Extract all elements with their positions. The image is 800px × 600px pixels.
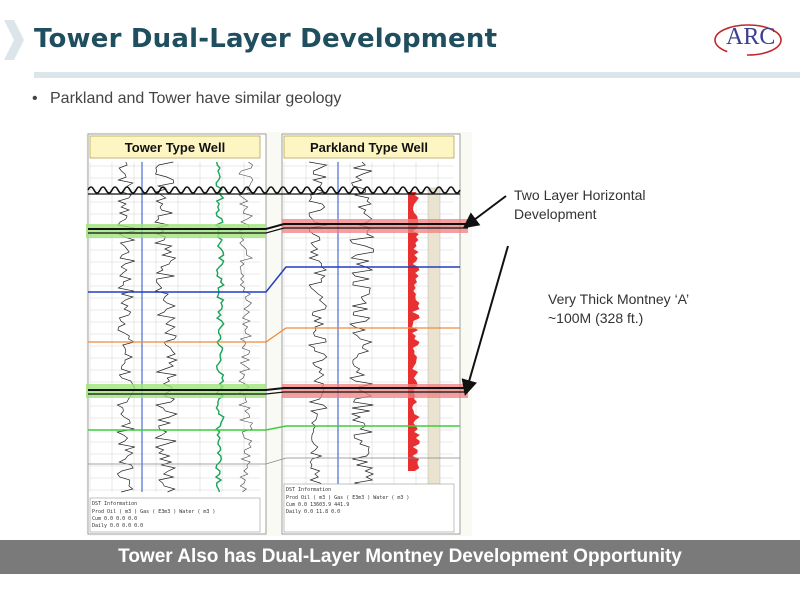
chevron-decoration-icon [4, 20, 24, 60]
thick-montney-callout: Very Thick Montney ‘A’ ~100M (328 ft.) [548, 290, 689, 328]
footer-text: Tower Also has Dual-Layer Montney Develo… [118, 546, 682, 567]
title-underline [34, 72, 800, 78]
right-info-row: Prod Oil ( m3 ) Gas ( E3m3 ) Water ( m3 … [286, 495, 409, 501]
right-info-row: Daily 0.0 11.8 0.0 [286, 509, 340, 515]
left-upper-target-highlight [86, 224, 266, 238]
arrow-to-upper-layer [462, 195, 507, 229]
bullet-item: • Parkland and Tower have similar geology [32, 90, 342, 107]
arrow-to-lower-layer [461, 245, 509, 396]
callout-line: Two Layer Horizontal [514, 187, 646, 203]
right-info-row: Cum 0.0 13603.9 441.9 [286, 502, 349, 508]
right-panel-title: Parkland Type Well [310, 140, 428, 155]
callout-line: ~100M (328 ft.) [548, 310, 644, 326]
left-info-row: Prod Oil ( m3 ) Gas ( E3m3 ) Water ( m3 … [92, 509, 215, 515]
slide-title: Tower Dual-Layer Development [34, 24, 498, 54]
right-upper-target-highlight [282, 219, 468, 233]
left-info-row: Daily 0.0 0.0 0.0 [92, 523, 143, 529]
left-info-title: DST Information [92, 501, 137, 507]
callout-line: Very Thick Montney ‘A’ [548, 291, 690, 307]
left-info-row: Cum 0.0 0.0 0.0 [92, 516, 137, 522]
two-layer-callout: Two Layer Horizontal Development [514, 186, 646, 224]
right-info-title: DST Information [286, 487, 331, 493]
left-panel-title: Tower Type Well [125, 140, 225, 155]
well-log-figure: Tower Type Well Parkland Type Well DST I… [86, 132, 472, 536]
logo-text: ARC [726, 24, 776, 50]
callout-line: Development [514, 206, 597, 222]
bullet-text: Parkland and Tower have similar geology [50, 90, 342, 107]
right-lower-target-highlight [282, 384, 468, 398]
